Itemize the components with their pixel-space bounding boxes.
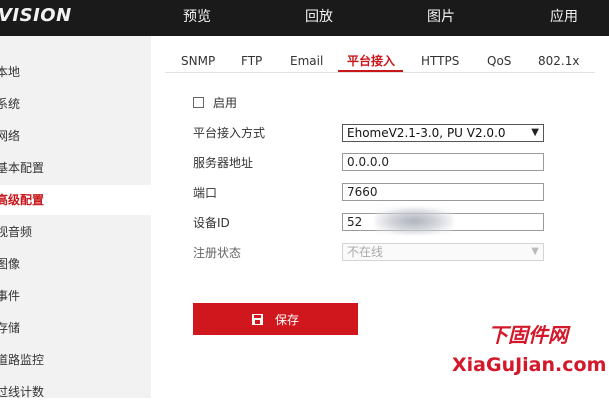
sidebar-item-local[interactable]: 本地 xyxy=(0,57,151,87)
tab-qos[interactable]: QoS xyxy=(487,54,511,68)
redaction-blur xyxy=(375,207,453,235)
chevron-down-icon: ▼ xyxy=(531,246,539,257)
tab-email[interactable]: Email xyxy=(290,54,323,68)
access-mode-label: 平台接入方式 xyxy=(193,126,266,140)
sidebar-item-basic-config[interactable]: 基本配置 xyxy=(0,153,151,183)
registration-status-label: 注册状态 xyxy=(193,246,242,260)
sidebar-item-line-counting[interactable]: 过线计数 xyxy=(0,377,151,407)
access-mode-value: EhomeV2.1-3.0, PU V2.0.0 xyxy=(347,126,506,140)
tab-ftp[interactable]: FTP xyxy=(241,54,262,68)
top-navigation-bar: VISION 预览 回放 图片 应用 xyxy=(0,0,609,36)
enable-label: 启用 xyxy=(213,96,238,110)
tab-platform-access[interactable]: 平台接入 xyxy=(347,54,395,68)
sidebar-item-event[interactable]: 事件 xyxy=(0,281,151,311)
device-id-label: 设备ID xyxy=(193,216,230,230)
sidebar-item-road-monitoring[interactable]: 道路监控 xyxy=(0,345,151,375)
nav-application[interactable]: 应用 xyxy=(550,8,578,26)
sidebar-item-video-audio[interactable]: 视音频 xyxy=(0,217,151,247)
sidebar-item-system[interactable]: 系统 xyxy=(0,89,151,119)
nav-preview[interactable]: 预览 xyxy=(183,8,211,26)
watermark-url: XiaGuJian.com xyxy=(452,354,607,376)
sidebar-item-advanced-config[interactable]: 高级配置 xyxy=(0,185,151,215)
server-address-input[interactable] xyxy=(342,153,544,171)
port-label: 端口 xyxy=(193,186,218,200)
nav-playback[interactable]: 回放 xyxy=(305,8,333,26)
sidebar: 本地 系统 网络 基本配置 高级配置 视音频 图像 事件 存储 道路监控 过线计… xyxy=(0,36,151,399)
chevron-down-icon: ▼ xyxy=(531,127,539,138)
save-icon xyxy=(251,314,263,325)
tab-snmp[interactable]: SNMP xyxy=(181,54,215,68)
save-button-label: 保存 xyxy=(274,313,299,327)
server-address-label: 服务器地址 xyxy=(193,156,254,170)
watermark-chinese: 下固件网 xyxy=(488,323,568,347)
tab-divider xyxy=(165,72,595,73)
access-mode-select[interactable]: EhomeV2.1-3.0, PU V2.0.0 ▼ xyxy=(342,124,544,142)
save-button[interactable]: 保存 xyxy=(193,303,358,335)
registration-status-value: 不在线 xyxy=(347,245,384,259)
tab-8021x[interactable]: 802.1x xyxy=(538,54,579,68)
enable-checkbox[interactable] xyxy=(193,97,204,108)
active-tab-indicator xyxy=(338,70,403,72)
sidebar-item-image[interactable]: 图像 xyxy=(0,249,151,279)
sidebar-item-storage[interactable]: 存储 xyxy=(0,313,151,343)
sidebar-item-network[interactable]: 网络 xyxy=(0,121,151,151)
brand-logo: VISION xyxy=(0,5,72,26)
tab-https[interactable]: HTTPS xyxy=(421,54,459,68)
registration-status-select: 不在线 ▼ xyxy=(342,243,544,261)
nav-picture[interactable]: 图片 xyxy=(427,8,455,26)
port-input[interactable] xyxy=(342,183,544,201)
